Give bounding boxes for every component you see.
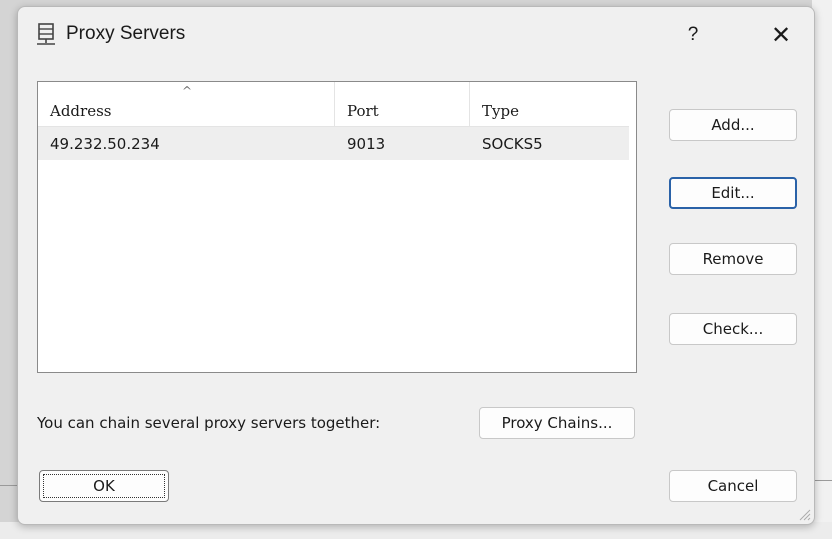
cancel-button[interactable]: Cancel — [669, 470, 797, 502]
edit-button[interactable]: Edit... — [669, 177, 797, 209]
proxy-list[interactable]: ^ Address Port Type 49.232.50.234 9013 S… — [37, 81, 637, 373]
cell-address: 49.232.50.234 — [50, 135, 160, 153]
ok-button-label: OK — [43, 474, 165, 498]
column-header-address[interactable]: ^ Address — [38, 82, 335, 126]
server-icon — [37, 23, 55, 45]
cell-port: 9013 — [347, 135, 386, 153]
sort-ascending-icon: ^ — [182, 84, 193, 98]
column-header-label: Address — [50, 102, 112, 120]
help-button[interactable]: ? — [681, 21, 705, 49]
column-header-label: Type — [482, 102, 519, 120]
resize-grip-icon[interactable] — [797, 507, 811, 521]
remove-button[interactable]: Remove — [669, 243, 797, 275]
column-header-port[interactable]: Port — [335, 82, 470, 126]
dialog-title: Proxy Servers — [66, 23, 186, 44]
check-button[interactable]: Check... — [669, 313, 797, 345]
column-header-label: Port — [347, 102, 379, 120]
proxy-chains-button[interactable]: Proxy Chains... — [479, 407, 635, 439]
background-app-strip-right — [812, 0, 832, 539]
column-header-type[interactable]: Type — [470, 82, 629, 126]
cell-type: SOCKS5 — [482, 135, 543, 153]
ok-button[interactable]: OK — [39, 470, 169, 502]
list-header: ^ Address Port Type — [38, 82, 629, 127]
chain-description-label: You can chain several proxy servers toge… — [37, 414, 381, 432]
close-button[interactable]: ✕ — [766, 21, 796, 51]
background-divider-right — [812, 480, 832, 481]
add-button[interactable]: Add... — [669, 109, 797, 141]
proxy-servers-dialog: Proxy Servers ? ✕ ^ Address Port Type 49… — [17, 6, 815, 525]
table-row[interactable]: 49.232.50.234 9013 SOCKS5 — [38, 127, 629, 160]
